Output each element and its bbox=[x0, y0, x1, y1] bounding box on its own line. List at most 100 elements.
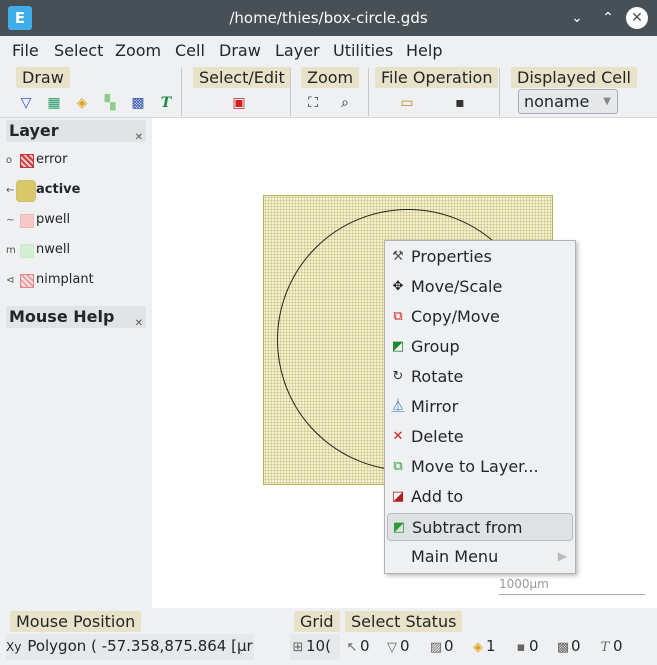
menu-select[interactable]: Select bbox=[54, 41, 103, 60]
menu-layer[interactable]: Layer bbox=[275, 41, 320, 60]
ctx-group[interactable]: ◩ Group bbox=[387, 333, 573, 361]
group-icon: ◩ bbox=[391, 339, 405, 354]
mouse-help-title-text: Mouse Help bbox=[9, 307, 115, 326]
open-folder-icon[interactable]: ▭ bbox=[398, 94, 416, 112]
ctx-label: Properties bbox=[411, 247, 492, 266]
delete-icon: ✕ bbox=[392, 429, 404, 444]
layer-marker-icon: m bbox=[6, 245, 16, 256]
ctx-mirror[interactable]: ⏅ Mirror bbox=[387, 393, 573, 421]
ctx-rotate[interactable]: ↻ Rotate bbox=[387, 363, 573, 391]
layer-marker-icon: ⊲ bbox=[6, 275, 15, 286]
submenu-arrow-icon: ▶ bbox=[557, 549, 567, 563]
toolbar-separator bbox=[499, 68, 500, 116]
toolbar-group-select-edit: Select/Edit bbox=[193, 67, 291, 88]
layer-item-nwell[interactable]: m nwell bbox=[6, 238, 146, 264]
mouse-help-panel-title: Mouse Help ✕ bbox=[6, 306, 146, 329]
xy-icon: Xy bbox=[6, 640, 22, 654]
layer-name: nimplant bbox=[36, 272, 94, 287]
ctx-add-to[interactable]: ◪ Add to bbox=[387, 483, 573, 511]
toolbar-group-draw: Draw bbox=[16, 67, 70, 88]
select-edit-icon[interactable]: ▣ bbox=[230, 94, 248, 112]
maximize-icon[interactable]: ⌃ bbox=[596, 6, 620, 30]
close-icon[interactable]: ✕ bbox=[626, 7, 648, 29]
layer-item-active[interactable]: ← active bbox=[6, 178, 146, 204]
select-status-cellrefs: ▪ 0 bbox=[513, 634, 539, 660]
rotate-icon: ↻ bbox=[392, 369, 404, 384]
copy-icon: ⧉ bbox=[393, 309, 403, 324]
layer-item-pwell[interactable]: ~ pwell bbox=[6, 208, 146, 234]
mouse-position-value: Polygon ( -57.358,875.864 [µr bbox=[27, 637, 253, 655]
layer-marker-icon: o bbox=[6, 155, 13, 166]
status-bar: Mouse Position Xy Polygon ( -57.358,875.8… bbox=[0, 608, 657, 665]
window-title: /home/thies/box-circle.gds bbox=[229, 9, 428, 27]
ruler-icon: ⊞ bbox=[292, 640, 304, 655]
zoom-fit-icon[interactable]: ⛶ bbox=[304, 94, 322, 112]
layer-name: active bbox=[36, 182, 81, 197]
circle-icon: ◈ bbox=[473, 640, 483, 655]
zoom-icon[interactable]: ⌕ bbox=[336, 94, 354, 112]
menu-utilities[interactable]: Utilities bbox=[333, 41, 393, 60]
menu-file[interactable]: File bbox=[12, 41, 39, 60]
array-icon: ▩ bbox=[556, 640, 570, 655]
ctx-move-scale[interactable]: ✥ Move/Scale bbox=[387, 273, 573, 301]
mouse-position-title: Mouse Position bbox=[10, 611, 142, 632]
menu-draw[interactable]: Draw bbox=[219, 41, 261, 60]
displayed-cell-select[interactable]: noname ▼ bbox=[518, 89, 618, 114]
mirror-icon: ⏅ bbox=[391, 399, 405, 414]
select-status-paths: ↖ 0 bbox=[344, 634, 370, 660]
ctx-copy-move[interactable]: ⧉ Copy/Move bbox=[387, 303, 573, 331]
path-tool-icon[interactable]: ◈ bbox=[73, 94, 91, 112]
mouse-position-field: Xy Polygon ( -57.358,875.864 [µr bbox=[6, 634, 254, 660]
box-tool-icon[interactable]: ▦ bbox=[45, 94, 63, 112]
move-layer-icon: ⧉ bbox=[393, 459, 403, 474]
select-status-polygons: ▽ 0 bbox=[384, 634, 410, 660]
layer-swatch bbox=[16, 180, 36, 202]
select-status-title: Select Status bbox=[345, 611, 463, 632]
ctx-label: Add to bbox=[411, 487, 464, 506]
toolbar-group-displayed-cell: Displayed Cell bbox=[511, 67, 637, 88]
displayed-cell-value: noname bbox=[524, 92, 590, 111]
menu-cell[interactable]: Cell bbox=[175, 41, 205, 60]
layer-name: error bbox=[36, 152, 68, 167]
ctx-delete[interactable]: ✕ Delete bbox=[387, 423, 573, 451]
toolbar-group-file-operation: File Operation bbox=[375, 67, 499, 88]
ctx-properties[interactable]: ⚒ Properties bbox=[387, 243, 573, 271]
layer-item-nimplant[interactable]: ⊲ nimplant bbox=[6, 268, 146, 294]
cell-ref-tool-icon[interactable]: ▚ bbox=[101, 94, 119, 112]
text-icon: T bbox=[600, 640, 610, 655]
ctx-move-to-layer[interactable]: ⧉ Move to Layer... bbox=[387, 453, 573, 481]
toolbar-separator bbox=[290, 68, 291, 116]
left-dock: Layer ✕ o error ← active ~ pwell m nwell… bbox=[0, 118, 152, 608]
ctx-label: Copy/Move bbox=[411, 307, 500, 326]
layer-item-error[interactable]: o error bbox=[6, 148, 146, 174]
grid-title: Grid bbox=[294, 611, 340, 632]
layer-name: pwell bbox=[36, 212, 71, 227]
ctx-subtract-from[interactable]: ◩ Subtract from bbox=[387, 513, 573, 541]
box-icon: ▨ bbox=[429, 640, 443, 655]
ctx-label: Main Menu bbox=[411, 547, 499, 566]
layer-swatch bbox=[20, 214, 34, 228]
cellref-icon: ▪ bbox=[516, 640, 526, 655]
polygon-tool-icon[interactable]: ▽ bbox=[17, 94, 35, 112]
ctx-label: Delete bbox=[411, 427, 464, 446]
close-panel-icon[interactable]: ✕ bbox=[135, 313, 143, 335]
ctx-label: Mirror bbox=[411, 397, 459, 416]
close-panel-icon[interactable]: ✕ bbox=[135, 127, 143, 149]
ctx-label: Group bbox=[411, 337, 460, 356]
grid-field: ⊞ 10( bbox=[290, 634, 340, 660]
save-icon[interactable]: ▪ bbox=[451, 94, 469, 112]
toolbar-separator bbox=[368, 68, 369, 116]
minimize-icon[interactable]: ⌄ bbox=[565, 6, 589, 30]
layer-panel-title: Layer ✕ bbox=[6, 120, 146, 143]
ctx-main-menu[interactable]: Main Menu ▶ bbox=[387, 543, 573, 571]
move-icon: ✥ bbox=[392, 279, 404, 294]
text-tool-icon[interactable]: T bbox=[157, 94, 175, 112]
scale-label: 1000µm bbox=[499, 577, 549, 591]
layer-marker-icon: ← bbox=[6, 185, 15, 196]
toolbar-separator bbox=[181, 68, 182, 116]
menu-zoom[interactable]: Zoom bbox=[115, 41, 161, 60]
array-tool-icon[interactable]: ▩ bbox=[129, 94, 147, 112]
select-status-boxes: ▨ 0 bbox=[428, 634, 454, 660]
menu-help[interactable]: Help bbox=[406, 41, 442, 60]
ctx-label: Move to Layer... bbox=[411, 457, 539, 476]
